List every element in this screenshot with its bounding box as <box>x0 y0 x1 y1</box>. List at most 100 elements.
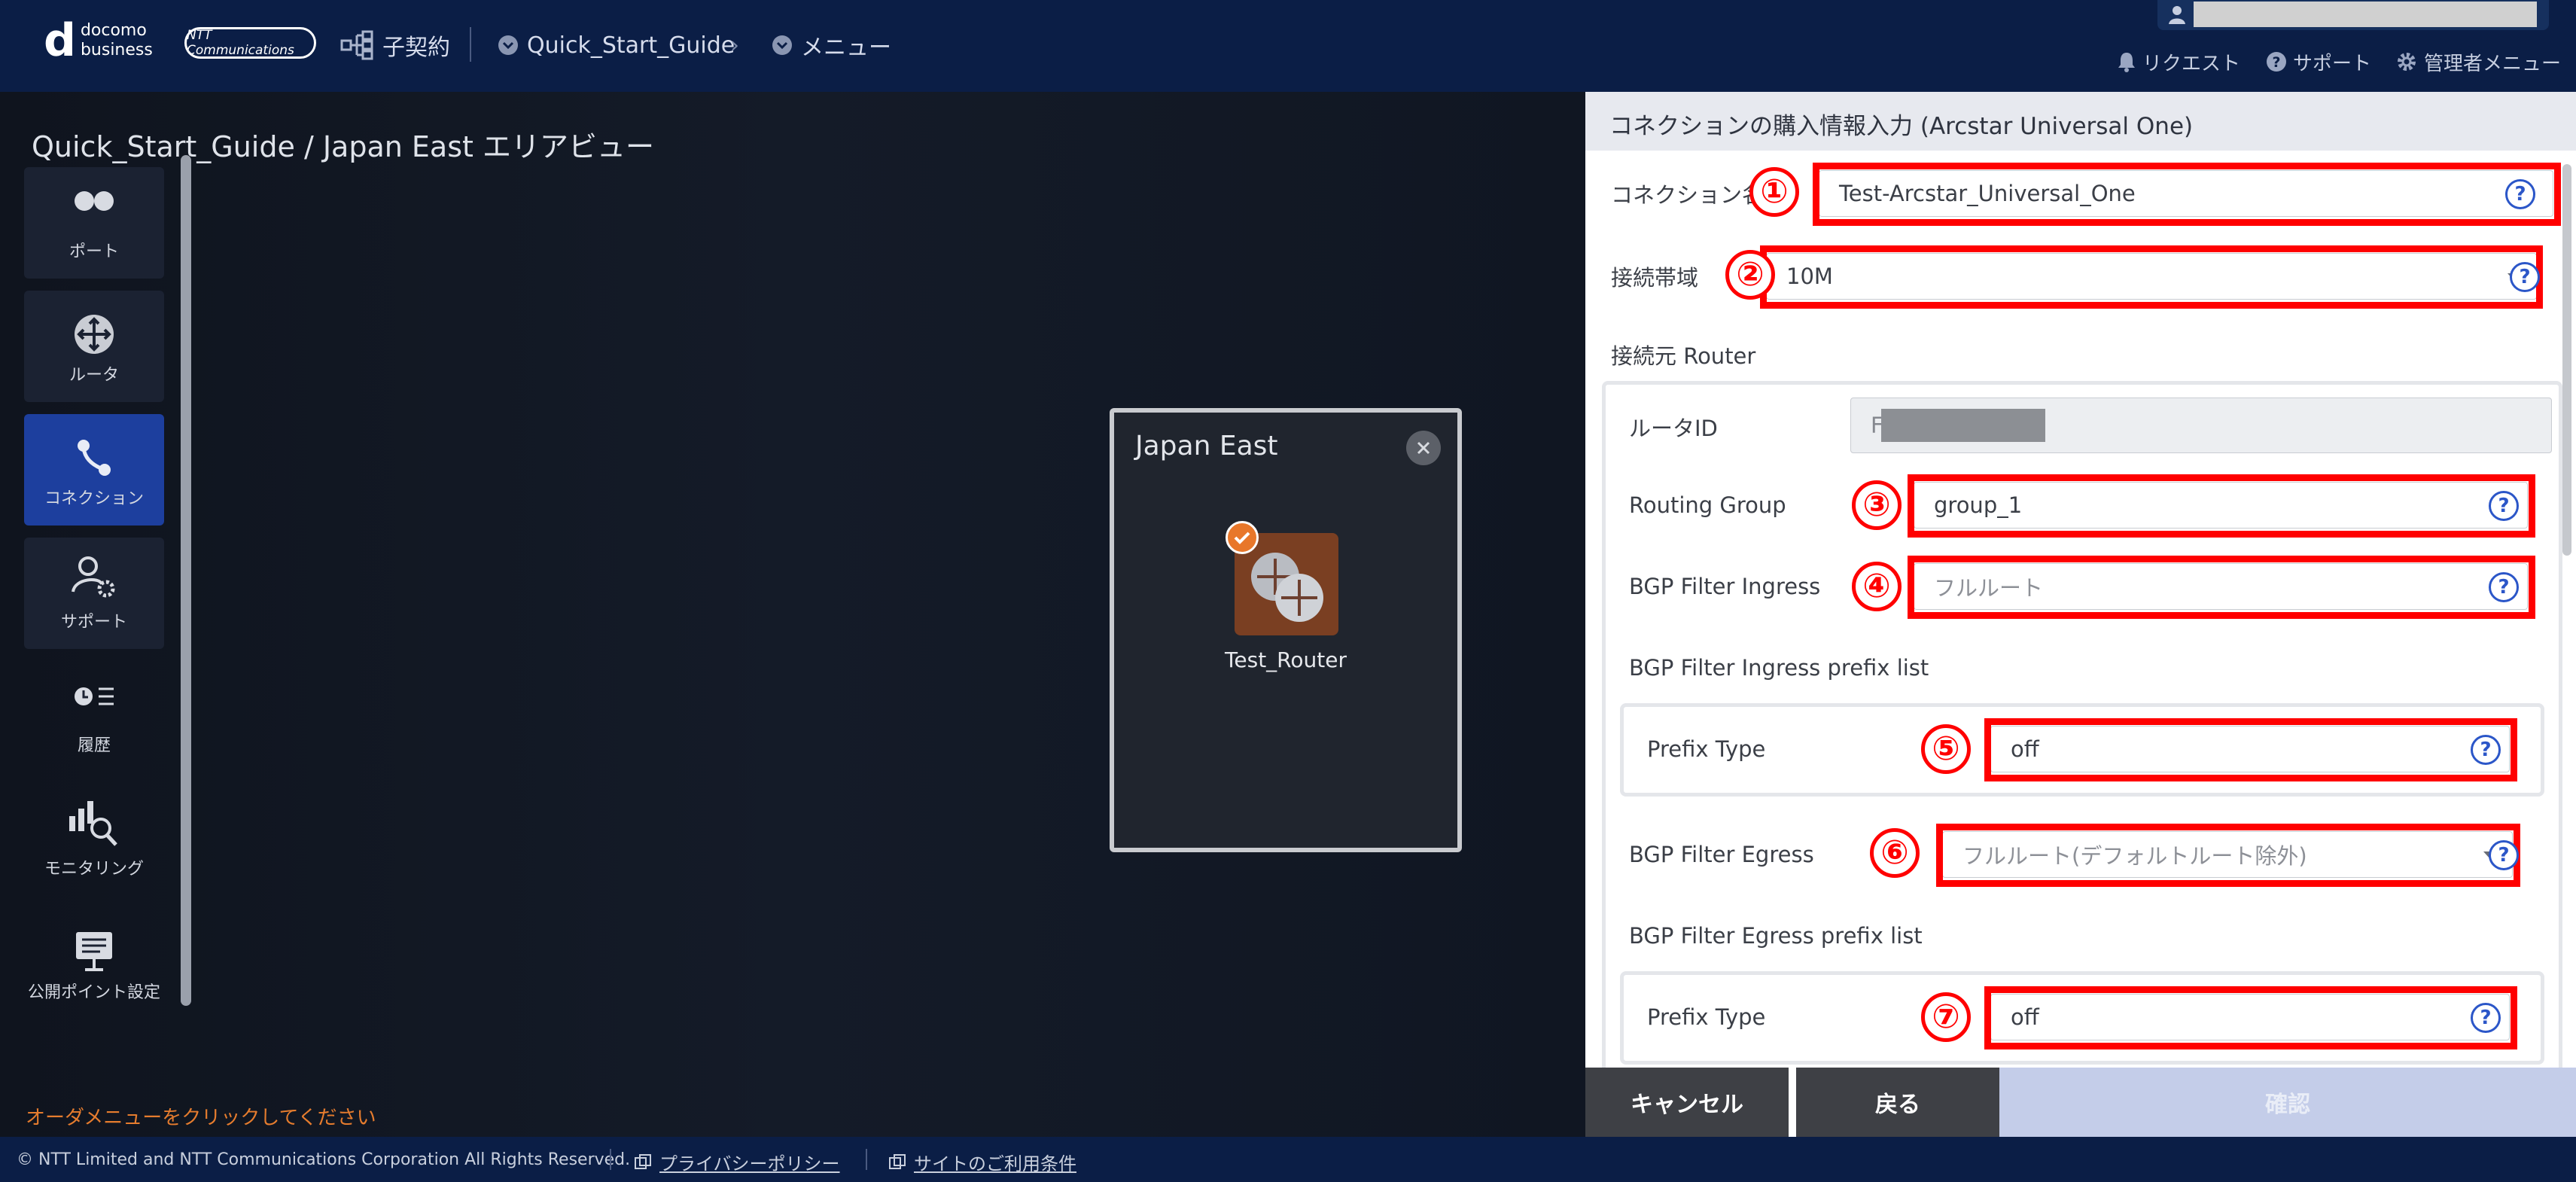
connection-name-label: コネクション名 <box>1611 182 1765 208</box>
support-icon <box>72 556 115 598</box>
router-id-label: ルータID <box>1629 416 1718 441</box>
bell-icon <box>2118 53 2135 72</box>
close-icon[interactable] <box>1406 431 1441 465</box>
sub-contract-label: 子契約 <box>382 35 450 61</box>
chevron-circle-icon <box>772 35 792 55</box>
connection-icon <box>78 440 111 476</box>
request-link[interactable]: リクエスト <box>2117 47 2240 77</box>
docomo-business-logo[interactable]: d docomo business <box>44 18 153 63</box>
router-id-redacted <box>1881 409 2045 442</box>
panel-title: コネクションの購入情報入力 (Arcstar Universal One) <box>1609 113 2194 140</box>
terms-label: サイトのご利用条件 <box>914 1153 1076 1174</box>
sidebar-item-router[interactable]: ルータ <box>24 291 164 402</box>
public-point-icon <box>76 932 112 971</box>
brand-line1: docomo <box>80 21 147 40</box>
help-icon-routing-group[interactable]: ? <box>2489 491 2519 521</box>
purchase-info-panel: コネクションの購入情報入力 (Arcstar Universal One) コネ… <box>1585 92 2576 1137</box>
marker-4: ④ <box>1852 562 1902 611</box>
back-button[interactable]: 戻る <box>1796 1068 1999 1137</box>
breadcrumb-project-label: Quick_Start_Guide <box>527 32 735 59</box>
footer-divider <box>866 1149 867 1170</box>
source-router-label: 接続元 Router <box>1611 343 1756 369</box>
request-label: リクエスト <box>2142 52 2241 75</box>
ingress-prefix-type-select[interactable]: off <box>1990 726 2510 772</box>
docomo-d-mark: d <box>44 14 76 67</box>
sub-contract-menu[interactable]: 子契約 <box>340 29 450 62</box>
chevron-circle-icon <box>498 35 518 55</box>
sidebar-scrollbar[interactable] <box>181 155 191 1006</box>
gear-icon <box>2398 53 2416 71</box>
check-icon <box>1226 521 1259 554</box>
bandwidth-select[interactable]: 10M <box>1766 253 2537 300</box>
help-icon-bandwidth[interactable]: ? <box>2510 262 2540 292</box>
router-icon <box>75 315 114 354</box>
egress-prefix-type-select[interactable]: off <box>1990 994 2510 1040</box>
footer: © NTT Limited and NTT Communications Cor… <box>0 1137 2576 1182</box>
marker-1: ① <box>1749 167 1799 217</box>
ingress-prefix-type-label: Prefix Type <box>1647 736 1766 762</box>
sidebar-item-port[interactable]: ポート <box>24 167 164 279</box>
panel-header: コネクションの購入情報入力 (Arcstar Universal One) <box>1585 92 2576 151</box>
privacy-policy-link[interactable]: プライバシーポリシー <box>634 1149 840 1175</box>
help-icon-egress-prefix[interactable]: ? <box>2471 1003 2501 1033</box>
breadcrumb-menu[interactable]: メニュー <box>771 29 891 62</box>
user-account-box[interactable] <box>2157 0 2549 30</box>
breadcrumb-project[interactable]: Quick_Start_Guide <box>497 29 735 62</box>
admin-menu-label: 管理者メニュー <box>2424 52 2562 75</box>
user-name-redacted <box>2194 2 2537 27</box>
hierarchy-icon <box>340 30 373 60</box>
port-icon <box>75 191 114 211</box>
support-link[interactable]: ? サポート <box>2266 47 2371 77</box>
router-id-field: F <box>1850 398 2552 453</box>
bgp-ingress-select[interactable]: フルルート <box>1914 563 2528 610</box>
ntt-communications-logo: NTT Communications <box>184 27 316 59</box>
connection-name-input[interactable]: Test-Arcstar_Universal_One <box>1819 170 2553 217</box>
connection-name-value: Test-Arcstar_Universal_One <box>1839 181 2136 206</box>
footer-divider <box>610 1149 611 1170</box>
egress-prefix-type-value: off <box>2011 1004 2039 1030</box>
area-view: Quick_Start_Guide / Japan East エリアビュー ポー… <box>0 92 1585 1137</box>
marker-5: ⑤ <box>1921 724 1971 774</box>
region-title: Japan East <box>1135 431 1278 462</box>
help-icon-bgp-egress[interactable]: ? <box>2489 840 2519 870</box>
help-icon-connection-name[interactable]: ? <box>2505 179 2535 209</box>
router-name-label: Test_Router <box>1225 647 1347 672</box>
support-label: サポート <box>2293 52 2372 75</box>
help-icon-bgp-ingress[interactable]: ? <box>2489 572 2519 602</box>
routing-group-select[interactable]: group_1 <box>1914 482 2528 529</box>
sidebar-item-monitoring[interactable]: モニタリング <box>24 784 164 896</box>
copyright-text: © NTT Limited and NTT Communications Cor… <box>17 1150 631 1169</box>
top-header: d docomo business NTT Communications 子契約… <box>0 0 2576 92</box>
external-link-icon <box>635 1153 651 1169</box>
sidebar-item-public-point[interactable]: 公開ポイント設定 <box>24 908 164 1019</box>
ingress-prefix-type-value: off <box>2011 736 2039 762</box>
sidebar-item-support[interactable]: サポート <box>24 538 164 649</box>
bgp-ingress-prefix-label: BGP Filter Ingress prefix list <box>1629 655 1929 681</box>
region-box-japan-east[interactable]: Japan East Test_Router <box>1110 408 1462 852</box>
sidebar-item-connection[interactable]: コネクション <box>24 414 164 526</box>
history-icon <box>75 687 114 705</box>
help-circle-icon: ? <box>2267 52 2286 72</box>
svg-text:?: ? <box>2272 54 2280 71</box>
bgp-egress-prefix-label: BGP Filter Egress prefix list <box>1629 923 1923 949</box>
privacy-policy-label: プライバシーポリシー <box>659 1153 840 1174</box>
marker-3: ③ <box>1852 480 1902 530</box>
bgp-ingress-value: フルルート <box>1934 575 2044 601</box>
help-icon-ingress-prefix[interactable]: ? <box>2471 735 2501 765</box>
marker-2: ② <box>1725 250 1775 300</box>
bgp-egress-select[interactable]: フルルート(デフォルトルート除外) <box>1942 831 2513 878</box>
admin-menu-link[interactable]: 管理者メニュー <box>2395 47 2561 77</box>
chevron-right-icon: › <box>730 32 739 59</box>
cancel-button[interactable]: キャンセル <box>1585 1068 1789 1137</box>
sidebar-item-more[interactable] <box>24 1025 164 1056</box>
egress-prefix-type-label: Prefix Type <box>1647 1004 1766 1030</box>
confirm-button[interactable]: 確認 <box>1999 1068 2576 1137</box>
routing-group-label: Routing Group <box>1629 492 1786 518</box>
external-link-icon <box>889 1153 906 1169</box>
sidebar-item-history[interactable]: 履歴 <box>24 661 164 772</box>
terms-link[interactable]: サイトのご利用条件 <box>888 1149 1076 1175</box>
routing-group-value: group_1 <box>1934 492 2023 518</box>
header-divider <box>470 27 471 62</box>
breadcrumb-menu-label: メニュー <box>801 35 891 61</box>
panel-scrollbar[interactable] <box>2562 164 2571 556</box>
